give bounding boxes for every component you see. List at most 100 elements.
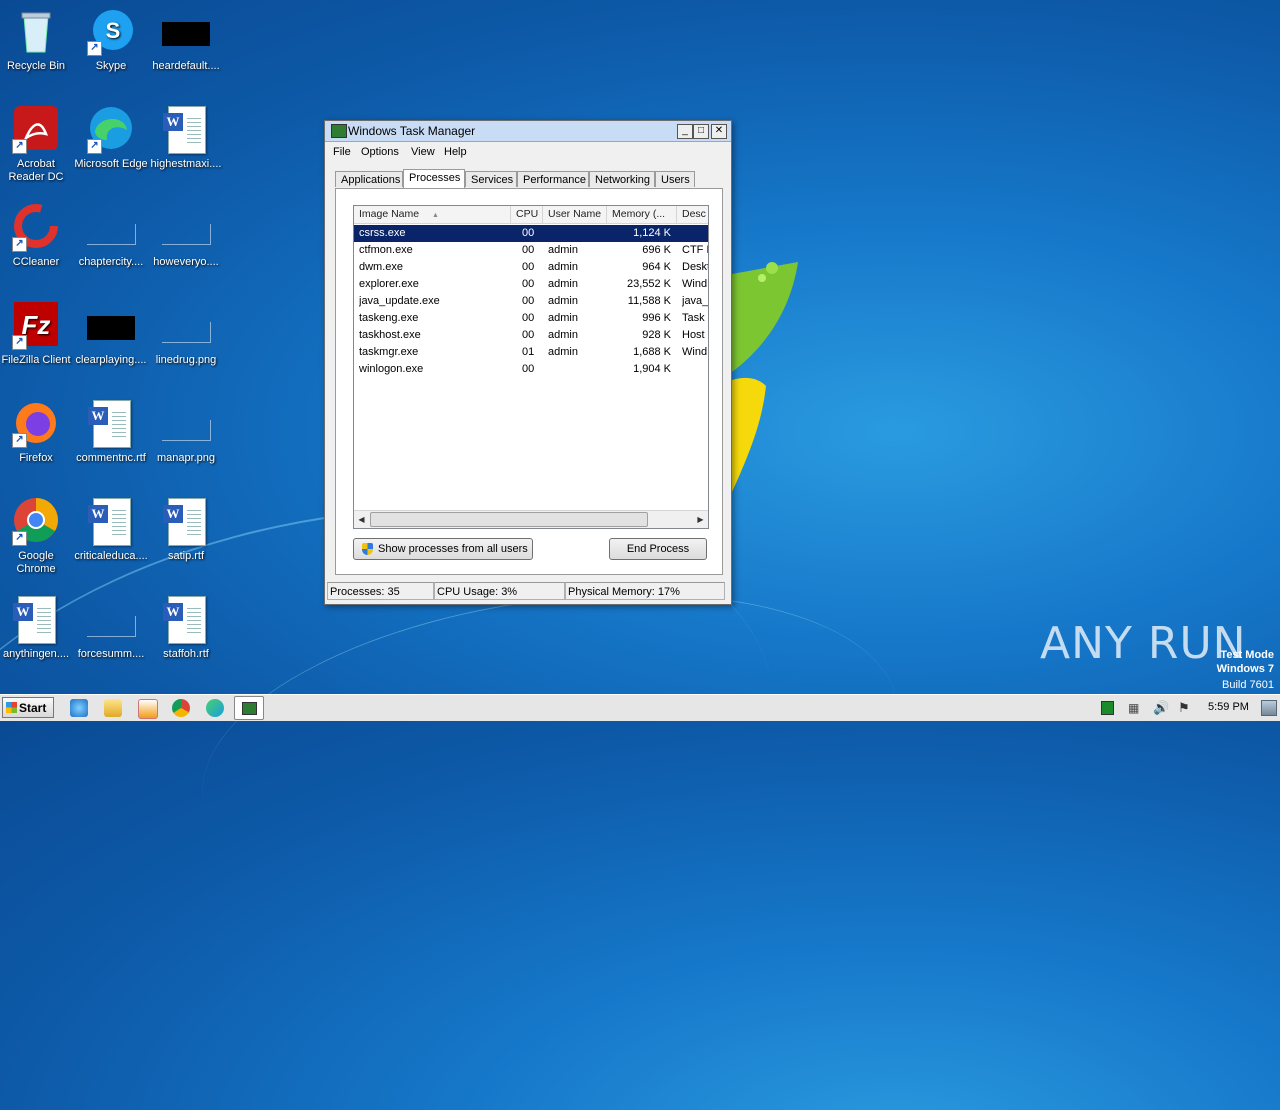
- process-name-cell: ctfmon.exe: [359, 244, 413, 256]
- column-user-name[interactable]: User Name: [543, 206, 607, 223]
- close-button[interactable]: ✕: [711, 124, 727, 139]
- desktop-icon-forcesumm[interactable]: forcesumm....: [73, 596, 149, 661]
- column-image-name[interactable]: Image Name ▲: [354, 206, 511, 223]
- desktop-icon-commentnc[interactable]: W commentnc.rtf: [73, 400, 149, 465]
- desktop-icon-edge[interactable]: ↗ Microsoft Edge: [73, 106, 149, 171]
- status-physical-memory: Physical Memory: 17%: [565, 582, 725, 600]
- tab-applications[interactable]: Applications: [335, 171, 403, 187]
- menu-help[interactable]: Help: [444, 146, 467, 158]
- column-description[interactable]: Desc: [677, 206, 708, 223]
- media-player-icon[interactable]: [138, 699, 158, 719]
- process-list[interactable]: Image Name ▲ CPU User Name Memory (... D…: [353, 205, 709, 529]
- scroll-left-arrow-icon[interactable]: ◀: [354, 512, 369, 527]
- process-row[interactable]: dwm.exe 00 admin 964 K Deskt: [354, 259, 708, 276]
- edge-taskbar-icon[interactable]: [206, 699, 224, 717]
- tray-network-icon[interactable]: ▦: [1128, 701, 1139, 715]
- process-desc-cell: CTF L: [682, 244, 708, 256]
- process-user-cell: admin: [548, 346, 578, 358]
- process-user-cell: admin: [548, 329, 578, 341]
- desktop-icon-howeveryo[interactable]: howeveryo....: [148, 204, 224, 269]
- tab-users[interactable]: Users: [655, 171, 695, 187]
- sort-ascending-icon: ▲: [432, 212, 439, 219]
- ie-icon[interactable]: [70, 699, 88, 717]
- word-document-icon: W: [162, 498, 210, 546]
- menu-file[interactable]: File: [333, 146, 351, 158]
- chrome-taskbar-icon[interactable]: [172, 699, 190, 717]
- process-name-cell: taskeng.exe: [359, 312, 419, 324]
- menu-view[interactable]: View: [411, 146, 435, 158]
- process-user-cell: admin: [548, 244, 578, 256]
- process-desc-cell: Wind: [682, 278, 708, 290]
- show-all-processes-button[interactable]: Show processes from all users: [353, 538, 533, 560]
- minimize-button[interactable]: _: [677, 124, 693, 139]
- tab-processes[interactable]: Processes: [403, 169, 465, 188]
- process-mem-cell: 928 K: [642, 329, 671, 341]
- menu-options[interactable]: Options: [361, 146, 399, 158]
- show-desktop-button[interactable]: [1261, 700, 1277, 716]
- desktop-icon-clearplaying[interactable]: clearplaying....: [73, 302, 149, 367]
- edge-icon: ↗: [87, 106, 135, 154]
- blank-file-icon: [87, 596, 136, 644]
- process-user-cell: admin: [548, 312, 578, 324]
- word-document-icon: W: [12, 596, 60, 644]
- desktop-icon-recycle-bin[interactable]: Recycle Bin: [0, 8, 74, 73]
- horizontal-scrollbar[interactable]: ◀ ▶: [354, 510, 708, 528]
- tab-performance[interactable]: Performance: [517, 171, 589, 187]
- desktop-icon-filezilla[interactable]: Fz ↗ FileZilla Client: [0, 302, 74, 367]
- column-memory[interactable]: Memory (...: [607, 206, 677, 223]
- desktop-icon-acrobat[interactable]: ↗ Acrobat Reader DC: [0, 106, 74, 184]
- process-row[interactable]: taskmgr.exe 01 admin 1,688 K Wind: [354, 344, 708, 361]
- tray-action-center-flag-icon[interactable]: ⚑: [1178, 700, 1190, 716]
- explorer-folder-icon[interactable]: [104, 699, 122, 717]
- firefox-icon: ↗: [12, 400, 60, 448]
- process-row[interactable]: taskhost.exe 00 admin 928 K Host: [354, 327, 708, 344]
- title-bar[interactable]: Windows Task Manager _ □ ✕: [325, 121, 731, 142]
- tray-monitor-icon[interactable]: [1101, 701, 1114, 715]
- desktop-icon-satip[interactable]: W satip.rtf: [148, 498, 224, 563]
- desktop-icon-criticaleduca[interactable]: W criticaleduca....: [73, 498, 149, 563]
- desktop-icon-staffoh[interactable]: W staffoh.rtf: [148, 596, 224, 661]
- desktop-icon-linedrug[interactable]: linedrug.png: [148, 302, 224, 367]
- desktop-icon-highestmaxi[interactable]: W highestmaxi....: [148, 106, 224, 171]
- taskbar-clock[interactable]: 5:59 PM: [1208, 701, 1249, 713]
- chrome-icon: ↗: [12, 498, 60, 546]
- desktop-icon-ccleaner[interactable]: ↗ CCleaner: [0, 204, 74, 269]
- desktop-icon-chaptercity[interactable]: chaptercity....: [73, 204, 149, 269]
- tab-networking[interactable]: Networking: [589, 171, 655, 187]
- desktop-icon-anythingen[interactable]: W anythingen....: [0, 596, 74, 661]
- process-row[interactable]: explorer.exe 00 admin 23,552 K Wind: [354, 276, 708, 293]
- windows-logo-wallpaper: [732, 262, 798, 492]
- word-document-icon: W: [162, 596, 210, 644]
- desktop-icon-skype[interactable]: S ↗ Skype: [73, 8, 149, 73]
- maximize-button[interactable]: □: [693, 124, 709, 139]
- tab-services[interactable]: Services: [465, 171, 517, 187]
- desktop-icon-heardefault[interactable]: heardefault....: [148, 8, 224, 73]
- process-row[interactable]: csrss.exe 00 1,124 K: [354, 225, 708, 242]
- process-row[interactable]: ctfmon.exe 00 admin 696 K CTF L: [354, 242, 708, 259]
- task-manager-icon: [331, 124, 347, 138]
- task-manager-window: Windows Task Manager _ □ ✕ File Options …: [324, 120, 732, 605]
- process-row[interactable]: java_update.exe 00 admin 11,588 K java_: [354, 293, 708, 310]
- desktop-icon-firefox[interactable]: ↗ Firefox: [0, 400, 74, 465]
- scroll-right-arrow-icon[interactable]: ▶: [693, 512, 708, 527]
- process-cpu-cell: 00: [522, 312, 535, 324]
- column-cpu[interactable]: CPU: [511, 206, 543, 223]
- acrobat-icon: ↗: [12, 106, 60, 154]
- process-row[interactable]: taskeng.exe 00 admin 996 K Task: [354, 310, 708, 327]
- scroll-thumb[interactable]: [370, 512, 648, 527]
- desktop-icon-chrome[interactable]: ↗ Google Chrome: [0, 498, 74, 576]
- process-desc-cell: Deskt: [682, 261, 708, 273]
- uac-shield-icon: [362, 543, 373, 555]
- process-user-cell: admin: [548, 261, 578, 273]
- process-row[interactable]: winlogon.exe 00 1,904 K: [354, 361, 708, 378]
- show-all-processes-label: Show processes from all users: [378, 543, 528, 555]
- process-name-cell: taskmgr.exe: [359, 346, 419, 358]
- process-desc-cell: Host: [682, 329, 705, 341]
- start-button[interactable]: Start: [2, 697, 54, 718]
- tray-volume-icon[interactable]: 🔊: [1153, 700, 1169, 716]
- desktop-icon-manapr[interactable]: manapr.png: [148, 400, 224, 465]
- process-mem-cell: 1,904 K: [633, 363, 671, 375]
- svg-text:S: S: [106, 18, 121, 43]
- task-manager-taskbar-button[interactable]: [234, 696, 264, 720]
- end-process-button[interactable]: End Process: [609, 538, 707, 560]
